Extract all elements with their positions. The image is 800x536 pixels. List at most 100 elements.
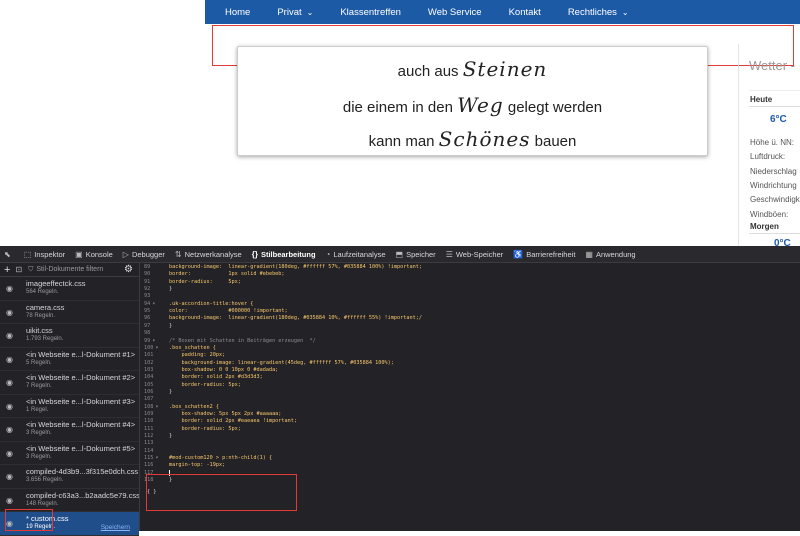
- code-text: }: [169, 388, 173, 395]
- eye-icon[interactable]: ◉: [6, 355, 13, 364]
- tab-stilbearbeitung[interactable]: {} Stilbearbeitung: [252, 250, 316, 259]
- eye-icon[interactable]: ◉: [6, 496, 13, 505]
- code-line[interactable]: }: [169, 323, 172, 330]
- code-line[interactable]: padding: 20px;: [169, 352, 225, 359]
- tab-barrierefreiheit[interactable]: ♿ Barrierefreiheit: [513, 250, 575, 259]
- code-line[interactable]: }: [169, 433, 172, 440]
- stylesheet-rule-count: 1 Regel.: [26, 406, 49, 413]
- code-line[interactable]: box-shadow: 5px 5px 2px #aaaaaa;: [169, 411, 281, 418]
- stylesheet-item[interactable]: ◉ compiled-4d3b9...3f315e0dch.css 3.656 Re…: [0, 465, 139, 489]
- code-line[interactable]: border-radius: 5px;: [169, 382, 240, 389]
- chevron-down-icon: ⌄: [621, 7, 629, 17]
- code-line[interactable]: .box_schatten {: [169, 345, 216, 352]
- code-line[interactable]: border-radius: 5px;: [169, 426, 240, 433]
- add-stylesheet-icon[interactable]: +: [4, 264, 10, 276]
- nav-item-home[interactable]: Home: [225, 7, 250, 18]
- line-number: 115: [144, 455, 154, 462]
- code-line[interactable]: #mod-custom120 > p:nth-child(1) {: [169, 455, 272, 462]
- gutter-line: 116: [144, 462, 164, 469]
- stylesheet-name: imageeffectck.css: [26, 279, 86, 288]
- fold-icon[interactable]: ▾: [155, 404, 158, 410]
- code-line[interactable]: border-radius: 5px;: [169, 279, 241, 286]
- tab-netzwerkanalyse[interactable]: ⇅ Netzwerkanalyse: [175, 250, 242, 259]
- stylesheet-item[interactable]: ◉ <in Webseite e...l-Dokument #4> 3 Regeln…: [0, 418, 139, 442]
- eye-icon[interactable]: ◉: [6, 331, 13, 340]
- quote-text: bauen: [534, 133, 577, 150]
- eye-icon[interactable]: ◉: [6, 449, 13, 458]
- code-line[interactable]: color: #000000 !important;: [169, 308, 288, 315]
- fold-icon[interactable]: ▾: [155, 345, 158, 351]
- quote-line-1: auch aus Steinen: [238, 57, 707, 81]
- nav-item-label: Privat: [277, 6, 302, 18]
- code-line[interactable]: background-image: linear-gradient(45deg,…: [169, 360, 393, 367]
- eye-icon[interactable]: ◉: [6, 472, 13, 481]
- tab-speicher[interactable]: ⬒ Speicher: [396, 250, 436, 259]
- code-line[interactable]: border: solid 2px #eaeaea !important;: [169, 418, 297, 425]
- stylesheet-list: + ⊡ ⛉ Stil-Dokumente filtern ⚙ ◉ imageeff…: [0, 263, 140, 536]
- stylesheet-filter-input[interactable]: Stil-Dokumente filtern: [36, 266, 103, 273]
- tab-icon: ♿: [513, 249, 524, 259]
- eye-icon[interactable]: ◉: [6, 284, 13, 293]
- code-line[interactable]: }: [169, 389, 172, 396]
- tab-konsole[interactable]: ▣ Konsole: [75, 250, 113, 259]
- eye-icon[interactable]: ◉: [6, 425, 13, 434]
- stylesheet-item[interactable]: ◉ imageeffectck.css 564 Regeln.: [0, 277, 139, 301]
- nav-item-privat[interactable]: Privat ⌄: [277, 7, 313, 18]
- nav-item-label: Home: [225, 6, 251, 18]
- code-line[interactable]: /* Boxen mit Schatten in Beiträgen erzeu…: [169, 338, 316, 345]
- code-line[interactable]: border: 1px solid #ebebeb;: [169, 271, 285, 278]
- nav-item-kontakt[interactable]: Kontakt: [509, 7, 541, 18]
- weather-row-label: Höhe ü. NN:: [750, 138, 795, 147]
- line-number: 98: [144, 330, 151, 337]
- nav-item-label: Rechtliches: [567, 6, 617, 18]
- tab-label: Barrierefreiheit: [526, 249, 576, 259]
- divider: [749, 106, 800, 107]
- fold-icon[interactable]: ▾: [152, 301, 155, 307]
- tab-icon: {}: [251, 249, 258, 259]
- tab-icon: ☰: [445, 249, 453, 259]
- code-line[interactable]: }: [169, 286, 172, 293]
- stylesheet-item[interactable]: ◉ uikit.css 1.793 Regeln.: [0, 324, 139, 348]
- line-number: 104: [144, 374, 154, 381]
- code-line[interactable]: box-shadow: 0 0 10px 0 #dadada;: [169, 367, 278, 374]
- code-line[interactable]: background-image: linear-gradient(180deg…: [169, 264, 422, 271]
- nav-item-rechtliches[interactable]: Rechtliches ⌄: [568, 7, 629, 18]
- tab-label: Debugger: [131, 249, 165, 259]
- import-stylesheet-icon[interactable]: ⊡: [15, 265, 22, 274]
- fold-icon[interactable]: ▾: [152, 338, 155, 344]
- stylesheet-rule-count: 148 Regeln.: [26, 500, 59, 507]
- stylesheet-rule-count: 5 Regeln.: [26, 359, 52, 366]
- stylesheet-item[interactable]: ◉ camera.css 78 Regeln.: [0, 301, 139, 324]
- stylesheet-item[interactable]: ◉ <in Webseite e...l-Dokument #1> 5 Regeln…: [0, 348, 139, 371]
- code-line[interactable]: border: solid 2px #d3d3d3;: [169, 374, 262, 381]
- stylesheet-item[interactable]: ◉ <in Webseite e...l-Dokument #3> 1 Regel.: [0, 395, 139, 418]
- eye-icon[interactable]: ◉: [6, 308, 13, 317]
- gutter-line: 106: [144, 389, 164, 396]
- divider: [749, 90, 800, 91]
- tab-laufzeitanalyse[interactable]: ◔ Laufzeitanalyse: [326, 250, 386, 259]
- gear-icon[interactable]: ⚙: [124, 264, 133, 275]
- code-line[interactable]: .uk-accordion-title:hover {: [169, 301, 253, 308]
- code-text: border: solid 2px #eaeaea !important;: [169, 418, 298, 425]
- nav-item-web-service[interactable]: Web Service: [428, 7, 482, 18]
- code-line[interactable]: .box_schatten2 {: [169, 404, 219, 411]
- tab-web-speicher[interactable]: ☰ Web-Speicher: [446, 250, 504, 259]
- save-link[interactable]: Speichern: [101, 524, 130, 531]
- eye-icon[interactable]: ◉: [6, 402, 13, 411]
- line-number: 93: [144, 293, 151, 300]
- eye-icon[interactable]: ◉: [6, 378, 13, 387]
- tab-debugger[interactable]: ▷ Debugger: [123, 250, 165, 259]
- gutter-line: 104: [144, 374, 164, 381]
- stylesheet-name: <in Webseite e...l-Dokument #4>: [26, 420, 136, 429]
- pick-element-icon[interactable]: ⬉: [4, 250, 14, 259]
- code-line[interactable]: margin-top: -19px;: [169, 462, 225, 469]
- fold-icon[interactable]: ▾: [155, 455, 158, 461]
- tab-inspektor[interactable]: ⬚ Inspektor: [24, 250, 65, 259]
- tab-anwendung[interactable]: ▦ Anwendung: [585, 250, 635, 259]
- line-number: 100: [144, 344, 154, 351]
- code-line[interactable]: background-image: linear-gradient(180deg…: [169, 315, 422, 322]
- stylesheet-item[interactable]: ◉ <in Webseite e...l-Dokument #2> 7 Regeln…: [0, 371, 139, 395]
- stylesheet-rule-count: 3.656 Regeln.: [26, 477, 64, 483]
- stylesheet-item[interactable]: ◉ <in Webseite e...l-Dokument #5> 3 Regeln…: [0, 442, 139, 465]
- nav-item-klassentreffen[interactable]: Klassentreffen: [340, 7, 401, 18]
